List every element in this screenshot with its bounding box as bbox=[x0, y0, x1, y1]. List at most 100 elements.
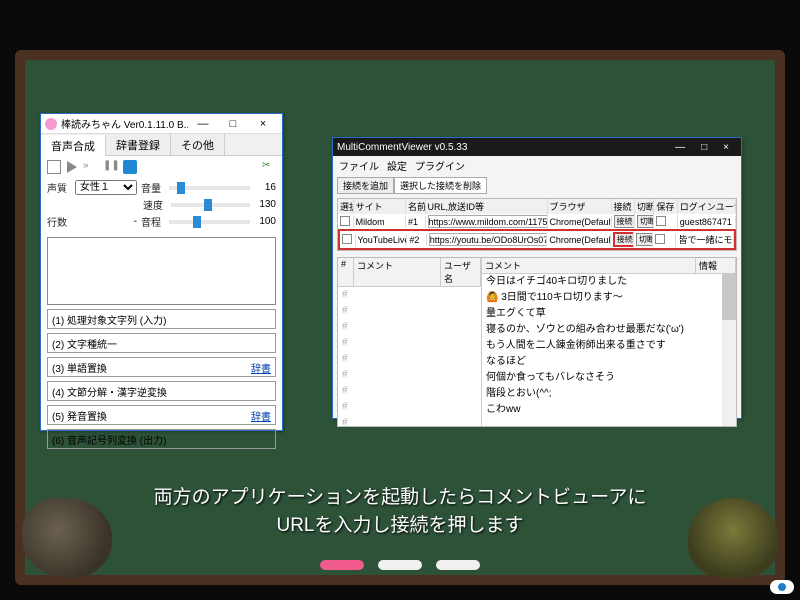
comment-line: 寝るのか、ゾウとの組み合わせ最悪だな('ω') bbox=[482, 322, 736, 338]
connection-table: 選択 サイト 名前 URL,放送ID等 ブラウザ 接続 切断 保存 ログインユー… bbox=[337, 198, 737, 251]
pill-indicators bbox=[320, 560, 480, 570]
row1-browser[interactable]: Chrome(Default) bbox=[548, 216, 612, 228]
voice-select[interactable]: 女性１ bbox=[75, 180, 137, 195]
th-user: ログインユーザ名 bbox=[678, 199, 736, 214]
comment-line: もう人間を二人錬金術師出来る重さです bbox=[482, 338, 736, 354]
subtab-add[interactable]: 接続を追加 bbox=[337, 177, 394, 194]
sliders: 声質 女性１ 音量 16 速度 130 行数 - 音程 100 bbox=[41, 178, 282, 233]
row-1[interactable]: (1) 処理対象文字列 (入力) bbox=[47, 309, 276, 329]
menu-plugin[interactable]: プラグイン bbox=[415, 158, 465, 173]
pitch-slider[interactable] bbox=[169, 220, 250, 224]
row1-url-input[interactable] bbox=[428, 215, 548, 228]
row1-check[interactable] bbox=[340, 216, 350, 226]
cut-icon[interactable]: ✂ bbox=[262, 160, 276, 174]
pitch-label: 音程 bbox=[141, 214, 165, 229]
stop-icon[interactable] bbox=[47, 160, 61, 174]
row2-site[interactable]: YouTubeLive bbox=[356, 234, 408, 246]
row2-disconnect-button[interactable]: 切断 bbox=[636, 233, 653, 246]
row1-site[interactable]: Mildom bbox=[354, 216, 406, 228]
tab-dict[interactable]: 辞書登録 bbox=[106, 134, 171, 155]
app-icon bbox=[45, 118, 57, 130]
comment-line: 階段とおい(^^; bbox=[482, 386, 736, 402]
menu-settings[interactable]: 設定 bbox=[387, 158, 407, 173]
row1-save-check[interactable] bbox=[656, 216, 666, 226]
row2-save-check[interactable] bbox=[655, 234, 665, 244]
row1-disconnect-button[interactable]: 切断 bbox=[637, 215, 655, 228]
comment-line: こわww bbox=[482, 402, 736, 418]
volume-value: 16 bbox=[254, 182, 276, 193]
speed-label: 速度 bbox=[143, 197, 167, 212]
row-2[interactable]: (2) 文字種統一 bbox=[47, 333, 276, 353]
pill-2 bbox=[378, 560, 422, 570]
row1-connect-button[interactable]: 接続 bbox=[614, 215, 635, 228]
comL-hdr-user: ユーザ名 bbox=[441, 258, 481, 286]
th-connect: 接続 bbox=[612, 199, 635, 214]
row2-name: #2 bbox=[407, 234, 426, 246]
mcv-min-button[interactable]: — bbox=[667, 142, 693, 153]
ff-icon[interactable]: » bbox=[83, 160, 97, 174]
speed-slider[interactable] bbox=[171, 203, 250, 207]
tab-voice[interactable]: 音声合成 bbox=[41, 135, 106, 156]
play-icon[interactable] bbox=[67, 161, 77, 173]
row-3[interactable]: (3) 単語置換辞書 bbox=[47, 357, 276, 377]
row1-name: #1 bbox=[406, 216, 426, 228]
maximize-button[interactable]: □ bbox=[218, 115, 248, 133]
th-disconnect: 切断 bbox=[635, 199, 655, 214]
mcv-max-button[interactable]: □ bbox=[693, 142, 715, 153]
pitch-value: 100 bbox=[254, 216, 276, 227]
th-name: 名前 bbox=[406, 199, 426, 214]
lines-dash: - bbox=[75, 216, 137, 227]
conn-row-2: YouTubeLive #2 Chrome(Default) 接続 切断 皆で一… bbox=[338, 229, 736, 250]
row2-url-input[interactable] bbox=[429, 233, 548, 246]
comL-hdr-num: # bbox=[338, 258, 354, 286]
row-4[interactable]: (4) 文節分解・漢字逆変換 bbox=[47, 381, 276, 401]
record-badge-icon bbox=[770, 580, 794, 594]
tab-other[interactable]: その他 bbox=[171, 134, 225, 155]
comR-hdr-info: 情報 bbox=[696, 258, 736, 273]
pill-3 bbox=[436, 560, 480, 570]
monster-right-icon bbox=[688, 498, 778, 578]
th-site: サイト bbox=[354, 199, 406, 214]
monster-left-icon bbox=[22, 498, 112, 578]
dict-link-3[interactable]: 辞書 bbox=[251, 360, 271, 375]
row2-browser[interactable]: Chrome(Default) bbox=[547, 234, 610, 246]
dict-link-5[interactable]: 辞書 bbox=[251, 408, 271, 423]
comment-list[interactable]: 今日はイチゴ40キロ切りました 🙆 3日間で110キロ切ります～ 量エグくて草 … bbox=[482, 274, 736, 418]
mcv-close-button[interactable]: × bbox=[715, 142, 737, 153]
th-url: URL,放送ID等 bbox=[426, 199, 548, 214]
row1-user: guest867471 bbox=[678, 216, 736, 228]
scrollbar[interactable] bbox=[722, 274, 736, 426]
caption-line-1: 両方のアプリケーションを起動したらコメントビューアに bbox=[0, 484, 800, 512]
comment-viewer: # コメント ユーザ名 ## ## ## ## # コメント 情報 今日はイチゴ… bbox=[337, 257, 737, 427]
volume-label: 音量 bbox=[141, 180, 165, 195]
text-area[interactable] bbox=[47, 237, 276, 305]
comment-line: 量エグくて草 bbox=[482, 306, 736, 322]
pause-icon[interactable]: ❚❚ bbox=[103, 160, 117, 174]
comment-line: 何個か食ってもバレなさそう bbox=[482, 370, 736, 386]
row2-connect-button[interactable]: 接続 bbox=[613, 232, 634, 247]
subtab-delete[interactable]: 選択した接続を削除 bbox=[394, 177, 487, 194]
voice-quality-label: 声質 bbox=[47, 180, 71, 195]
titlebar[interactable]: 棒読みちゃん Ver0.1.11.0 B... — □ × bbox=[41, 114, 282, 134]
comment-line: 🙆 3日間で110キロ切ります～ bbox=[482, 290, 736, 306]
comL-hdr-comment: コメント bbox=[354, 258, 441, 286]
lines-label: 行数 bbox=[47, 214, 71, 229]
scroll-thumb[interactable] bbox=[722, 274, 736, 320]
conn-row-1: Mildom #1 Chrome(Default) 接続 切断 guest867… bbox=[338, 214, 736, 229]
monitor-icon[interactable] bbox=[123, 160, 137, 174]
menu-file[interactable]: ファイル bbox=[339, 158, 379, 173]
window-title: 棒読みちゃん Ver0.1.11.0 B... bbox=[61, 116, 188, 131]
volume-slider[interactable] bbox=[169, 186, 250, 190]
th-browser: ブラウザ bbox=[548, 199, 612, 214]
tabs: 音声合成 辞書登録 その他 bbox=[41, 134, 282, 156]
row-5[interactable]: (5) 発音置換辞書 bbox=[47, 405, 276, 425]
th-select: 選択 bbox=[338, 199, 354, 214]
mcv-title: MultiCommentViewer v0.5.33 bbox=[337, 142, 467, 153]
minimize-button[interactable]: — bbox=[188, 115, 218, 133]
speed-value: 130 bbox=[254, 199, 276, 210]
mcv-titlebar[interactable]: MultiCommentViewer v0.5.33 — □ × bbox=[333, 138, 741, 156]
close-button[interactable]: × bbox=[248, 115, 278, 133]
row2-check[interactable] bbox=[342, 234, 352, 244]
mcv-window: MultiCommentViewer v0.5.33 — □ × ファイル 設定… bbox=[332, 137, 742, 419]
row-6[interactable]: (6) 音声記号列変換 (出力) bbox=[47, 429, 276, 449]
